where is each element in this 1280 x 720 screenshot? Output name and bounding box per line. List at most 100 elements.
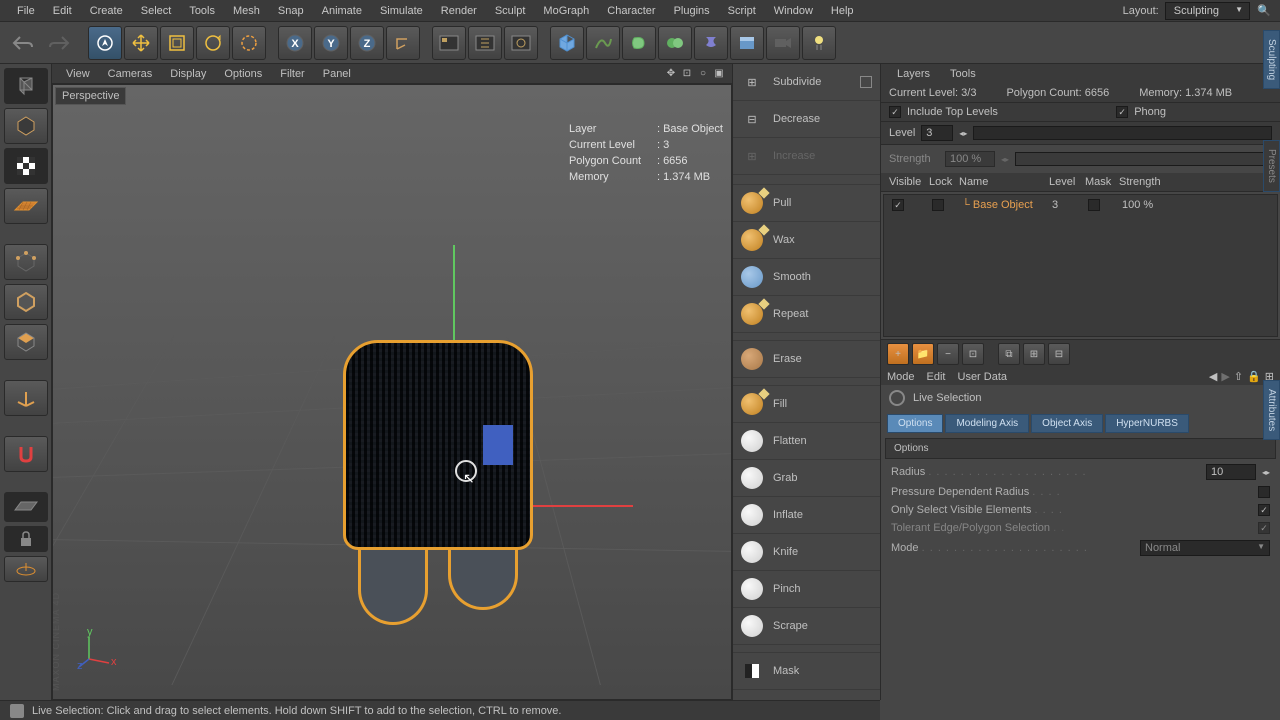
menu-script[interactable]: Script [719, 2, 765, 20]
brush-smooth[interactable]: Smooth [733, 259, 880, 296]
menu-edit[interactable]: Edit [44, 2, 81, 20]
menu-tools[interactable]: Tools [180, 2, 224, 20]
vp-menu-options[interactable]: Options [216, 66, 270, 82]
layers-list[interactable]: ✓ └ Base Object 3 100 % [883, 194, 1278, 337]
attr-nav-lock-icon[interactable]: 🔒 [1247, 370, 1261, 383]
z-axis-lock[interactable]: Z [350, 26, 384, 60]
add-environment[interactable] [730, 26, 764, 60]
menu-animate[interactable]: Animate [313, 2, 371, 20]
tab-layers[interactable]: Layers [887, 66, 940, 82]
level-input[interactable]: 3 [921, 125, 953, 141]
viewport-3d[interactable]: Perspective ↖ Layer: Base Object [52, 84, 732, 700]
add-light[interactable] [802, 26, 836, 60]
snap-tool[interactable] [4, 436, 48, 472]
level-slider[interactable] [973, 126, 1272, 140]
visible-only-checkbox[interactable]: ✓ [1258, 504, 1270, 516]
menu-help[interactable]: Help [822, 2, 863, 20]
brush-scrape[interactable]: Scrape [733, 608, 880, 645]
brush-pinch[interactable]: Pinch [733, 571, 880, 608]
attr-tab-options[interactable]: Options [887, 414, 943, 433]
attr-btn-5[interactable]: ⧉ [998, 343, 1020, 365]
redo-button[interactable] [42, 26, 76, 60]
rotate-tool[interactable] [196, 26, 230, 60]
attr-nav-back-icon[interactable]: ◀ [1209, 370, 1217, 383]
add-nurbs[interactable] [622, 26, 656, 60]
axis-tool[interactable] [4, 380, 48, 416]
selected-object[interactable] [343, 340, 543, 630]
attr-menu-mode[interactable]: Mode [887, 371, 915, 383]
vp-nav-maximize-icon[interactable]: ▣ [712, 67, 726, 81]
menu-render[interactable]: Render [432, 2, 486, 20]
mode-select[interactable]: Normal [1140, 540, 1270, 556]
add-deformer[interactable] [694, 26, 728, 60]
attr-menu-edit[interactable]: Edit [927, 371, 946, 383]
layer-lock-checkbox[interactable] [932, 199, 944, 211]
menu-mesh[interactable]: Mesh [224, 2, 269, 20]
strength-slider[interactable] [1015, 152, 1272, 166]
coord-system[interactable] [386, 26, 420, 60]
vp-menu-display[interactable]: Display [162, 66, 214, 82]
add-cube[interactable] [550, 26, 584, 60]
phong-checkbox[interactable]: ✓ [1116, 106, 1128, 118]
attr-btn-7[interactable]: ⊟ [1048, 343, 1070, 365]
edges-mode[interactable] [4, 284, 48, 320]
menu-create[interactable]: Create [81, 2, 132, 20]
planar-workplane[interactable] [4, 556, 48, 582]
layer-mask-checkbox[interactable] [1088, 199, 1100, 211]
brush-erase[interactable]: Erase [733, 341, 880, 378]
z-axis-handle[interactable] [483, 425, 513, 465]
scale-tool[interactable] [160, 26, 194, 60]
x-axis-lock[interactable]: X [278, 26, 312, 60]
texture-mode[interactable] [4, 148, 48, 184]
layer-visible-checkbox[interactable]: ✓ [892, 199, 904, 211]
move-tool[interactable] [124, 26, 158, 60]
vp-nav-move-icon[interactable]: ✥ [664, 67, 678, 81]
points-mode[interactable] [4, 244, 48, 280]
side-tab-attributes[interactable]: Attributes [1263, 380, 1280, 440]
strength-input[interactable]: 100 % [945, 151, 995, 167]
menu-mograph[interactable]: MoGraph [534, 2, 598, 20]
menu-snap[interactable]: Snap [269, 2, 313, 20]
attr-tab-object[interactable]: Object Axis [1031, 414, 1103, 433]
y-axis-lock[interactable]: Y [314, 26, 348, 60]
brush-mask[interactable]: Mask [733, 653, 880, 690]
model-mode[interactable] [4, 108, 48, 144]
workplane-mode[interactable] [4, 188, 48, 224]
menu-window[interactable]: Window [765, 2, 822, 20]
brush-wax[interactable]: Wax [733, 222, 880, 259]
pressure-checkbox[interactable] [1258, 486, 1270, 498]
undo-button[interactable] [6, 26, 40, 60]
attr-new-folder[interactable]: 📁 [912, 343, 934, 365]
options-icon[interactable] [860, 76, 872, 88]
brush-repeat[interactable]: Repeat [733, 296, 880, 333]
attr-new-layer[interactable]: + [887, 343, 909, 365]
layout-dropdown[interactable]: Sculpting [1165, 2, 1250, 20]
recent-tool[interactable] [232, 26, 266, 60]
tab-tools[interactable]: Tools [940, 66, 986, 82]
attr-tab-modeling[interactable]: Modeling Axis [945, 414, 1029, 433]
brush-fill[interactable]: Fill [733, 386, 880, 423]
vp-menu-panel[interactable]: Panel [315, 66, 359, 82]
workplane-tool[interactable] [4, 492, 48, 522]
menu-sculpt[interactable]: Sculpt [486, 2, 535, 20]
live-selection-tool[interactable] [88, 26, 122, 60]
menu-character[interactable]: Character [598, 2, 664, 20]
vp-menu-view[interactable]: View [58, 66, 98, 82]
polygons-mode[interactable] [4, 324, 48, 360]
brush-pull[interactable]: Pull [733, 185, 880, 222]
search-icon[interactable]: 🔍 [1256, 3, 1272, 19]
render-region[interactable] [468, 26, 502, 60]
attr-btn-4[interactable]: ⊡ [962, 343, 984, 365]
brush-knife[interactable]: Knife [733, 534, 880, 571]
lock-workplane[interactable] [4, 526, 48, 552]
menu-file[interactable]: File [8, 2, 44, 20]
add-spline[interactable] [586, 26, 620, 60]
side-tab-sculpting[interactable]: Sculpting [1263, 30, 1280, 89]
attr-nav-fwd-icon[interactable]: ▶ [1221, 370, 1229, 383]
attr-menu-userdata[interactable]: User Data [958, 371, 1008, 383]
menu-simulate[interactable]: Simulate [371, 2, 432, 20]
render-view[interactable] [432, 26, 466, 60]
vp-menu-filter[interactable]: Filter [272, 66, 312, 82]
side-tab-presets[interactable]: Presets [1263, 140, 1280, 192]
make-editable[interactable] [4, 68, 48, 104]
